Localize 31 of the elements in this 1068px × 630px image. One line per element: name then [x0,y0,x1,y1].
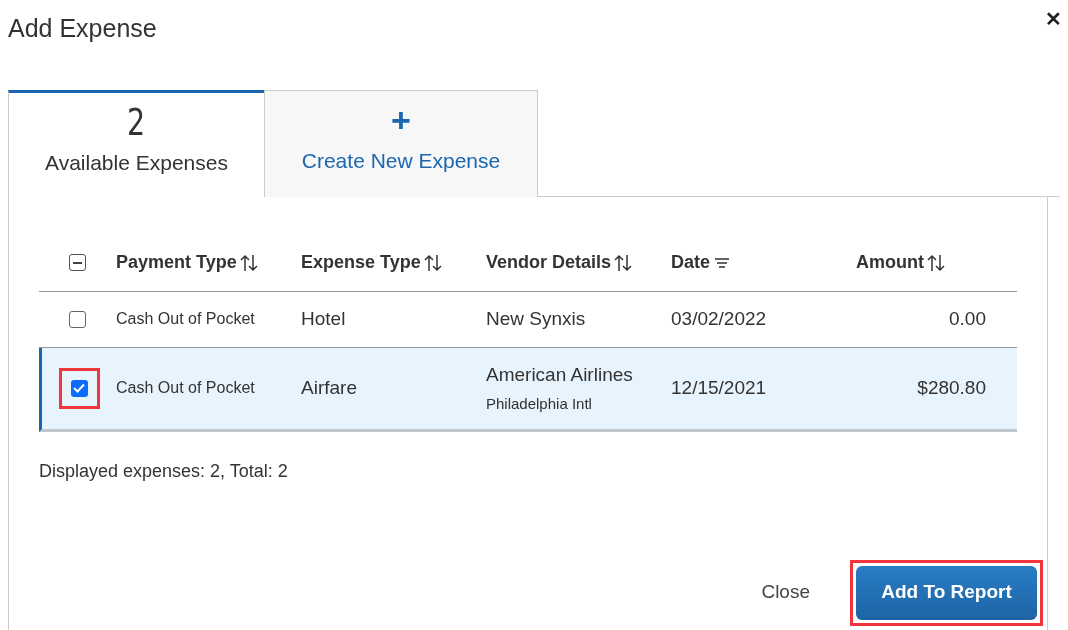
checkbox[interactable] [70,379,88,397]
sort-arrows-icon[interactable] [238,253,259,272]
column-header[interactable]: Vendor Details [486,249,612,276]
column-header[interactable]: Date [671,249,710,276]
table-cell-text: Philadelphia Intl [486,394,593,414]
column-header[interactable]: Expense Type [301,249,421,276]
close-button[interactable]: Close [755,574,816,611]
table-cell-text: 0.00 [948,306,987,331]
table-cell-text: 12/15/2021 [671,375,768,400]
add-to-report-button[interactable]: Add To Report [856,565,1037,620]
column-header[interactable]: Amount [856,249,924,276]
table-cell-text: 03/02/2022 [671,306,768,331]
table-cell-text: Cash Out of Pocket [116,378,256,398]
table-cell-text: Airfare [301,375,358,400]
table-cell-text: $280.80 [916,375,987,400]
tab[interactable]: 2 Available Expenses [8,89,264,197]
select-all-checkbox[interactable] [69,254,86,271]
table-cell-text: American Airlines [486,362,634,387]
filter-lines-icon[interactable] [714,256,730,269]
table-row[interactable]: Cash Out of Pocket Airfare American Airlines Philadelphia Intl 12/15/2021 $280.80 [39,347,1017,432]
checkbox[interactable] [69,310,86,328]
table-cell-text: Hotel [301,306,347,331]
column-header[interactable]: Payment Type [116,249,237,276]
sort-arrows-icon[interactable] [422,253,443,272]
table-cell-text: New Synxis [486,306,587,331]
sort-arrows-icon[interactable] [926,253,946,272]
sort-arrows-icon[interactable] [613,253,634,272]
dialog-title: Add Expense [8,13,157,44]
table-cell-text: Cash Out of Pocket [116,309,256,329]
summary-text: Displayed expenses: 2, Total: 2 [39,460,288,481]
tab[interactable]: + Create New Expense [264,89,538,197]
